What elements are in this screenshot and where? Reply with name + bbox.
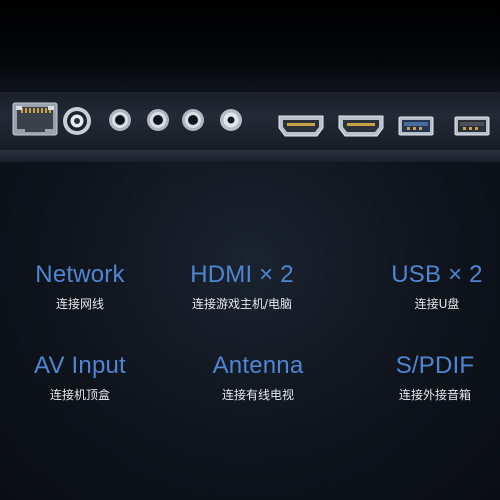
hdmi-port-icon [278,115,324,137]
ethernet-port-icon [12,102,58,136]
panel-edge [0,150,500,162]
feature-subtitle: 连接有线电视 [221,388,294,402]
feature-usb: USB × 2 连接U盘 [362,261,500,312]
feature-title: Network [35,261,125,288]
feature-background [0,162,500,500]
usb-port-icon [398,116,434,136]
av-jack-icon [181,108,205,132]
usb-port-icon [454,116,490,136]
feature-title: HDMI × 2 [190,261,294,288]
av-jack-icon [108,108,132,132]
spdif-port-icon [218,108,244,132]
feature-spdif: S/PDIF 连接外接音箱 [360,352,500,403]
feature-title: Antenna [212,352,304,379]
feature-hdmi: HDMI × 2 连接游戏主机/电脑 [167,261,317,312]
feature-antenna: Antenna 连接有线电视 [183,352,333,403]
feature-title: AV Input [34,352,126,379]
antenna-port-icon [62,106,92,136]
feature-network: Network 连接网线 [5,261,155,312]
feature-title: USB × 2 [391,261,483,288]
feature-title: S/PDIF [395,352,475,379]
device-top-shadow [0,0,500,92]
feature-subtitle: 连接机顶盒 [49,388,110,402]
feature-subtitle: 连接U盘 [414,297,460,311]
feature-subtitle: 连接外接音箱 [398,388,471,402]
av-jack-icon [146,108,170,132]
feature-av-input: AV Input 连接机顶盒 [5,352,155,403]
feature-subtitle: 连接网线 [55,297,104,311]
hdmi-port-icon [338,115,384,137]
feature-subtitle: 连接游戏主机/电脑 [191,297,293,311]
